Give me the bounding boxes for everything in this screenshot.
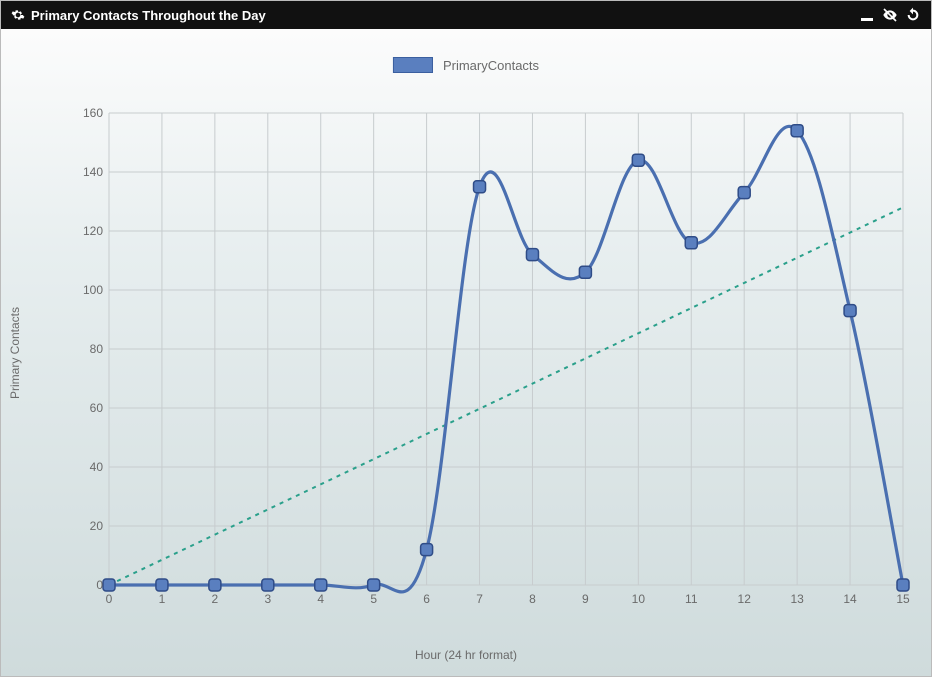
legend-swatch [393,57,433,73]
y-tick-label: 100 [83,283,103,297]
x-tick-label: 2 [212,592,219,606]
data-point[interactable] [526,249,538,261]
legend[interactable]: PrimaryContacts [393,57,539,73]
x-tick-label: 5 [370,592,377,606]
x-tick-label: 10 [632,592,646,606]
x-tick-label: 6 [423,592,430,606]
y-tick-label: 120 [83,224,103,238]
y-tick-label: 60 [90,401,104,415]
y-tick-label: 40 [90,460,104,474]
chart-area: PrimaryContacts Primary Contacts Hour (2… [1,29,931,676]
y-tick-label: 0 [96,578,103,592]
legend-label: PrimaryContacts [443,58,539,73]
y-axis-label: Primary Contacts [8,306,22,398]
y-tick-label: 80 [90,342,104,356]
trendline [109,207,903,585]
data-point[interactable] [368,579,380,591]
axis-ticks: 0204060801001201401600123456789101112131… [83,106,910,606]
data-point[interactable] [897,579,909,591]
x-tick-label: 7 [476,592,483,606]
data-point[interactable] [474,181,486,193]
data-point[interactable] [632,154,644,166]
data-point[interactable] [103,579,115,591]
x-axis-label: Hour (24 hr format) [415,648,517,662]
x-tick-label: 15 [896,592,910,606]
grid [109,113,903,585]
x-tick-label: 11 [685,592,698,606]
refresh-icon[interactable] [905,7,921,23]
data-point[interactable] [791,125,803,137]
x-tick-label: 3 [264,592,271,606]
data-point[interactable] [262,579,274,591]
data-point[interactable] [738,187,750,199]
x-tick-label: 8 [529,592,536,606]
x-tick-label: 4 [317,592,324,606]
titlebar: Primary Contacts Throughout the Day [1,1,931,29]
y-tick-label: 140 [83,165,103,179]
data-point[interactable] [579,266,591,278]
x-tick-label: 12 [738,592,752,606]
data-point[interactable] [685,237,697,249]
data-point[interactable] [209,579,221,591]
data-point[interactable] [844,305,856,317]
data-point[interactable] [421,544,433,556]
gear-icon[interactable] [11,8,25,22]
data-point[interactable] [315,579,327,591]
y-tick-label: 20 [90,519,104,533]
panel: Primary Contacts Throughout the Day Prim… [0,0,932,677]
panel-title: Primary Contacts Throughout the Day [31,8,266,23]
minimize-icon[interactable] [859,7,875,23]
data-point[interactable] [156,579,168,591]
x-tick-label: 13 [790,592,804,606]
eye-slash-icon[interactable] [881,7,899,23]
series-line [109,126,903,591]
x-tick-label: 0 [106,592,113,606]
x-tick-label: 9 [582,592,589,606]
x-tick-label: 14 [843,592,857,606]
y-tick-label: 160 [83,106,103,120]
x-tick-label: 1 [159,592,166,606]
plot-area: 0204060801001201401600123456789101112131… [81,105,911,613]
